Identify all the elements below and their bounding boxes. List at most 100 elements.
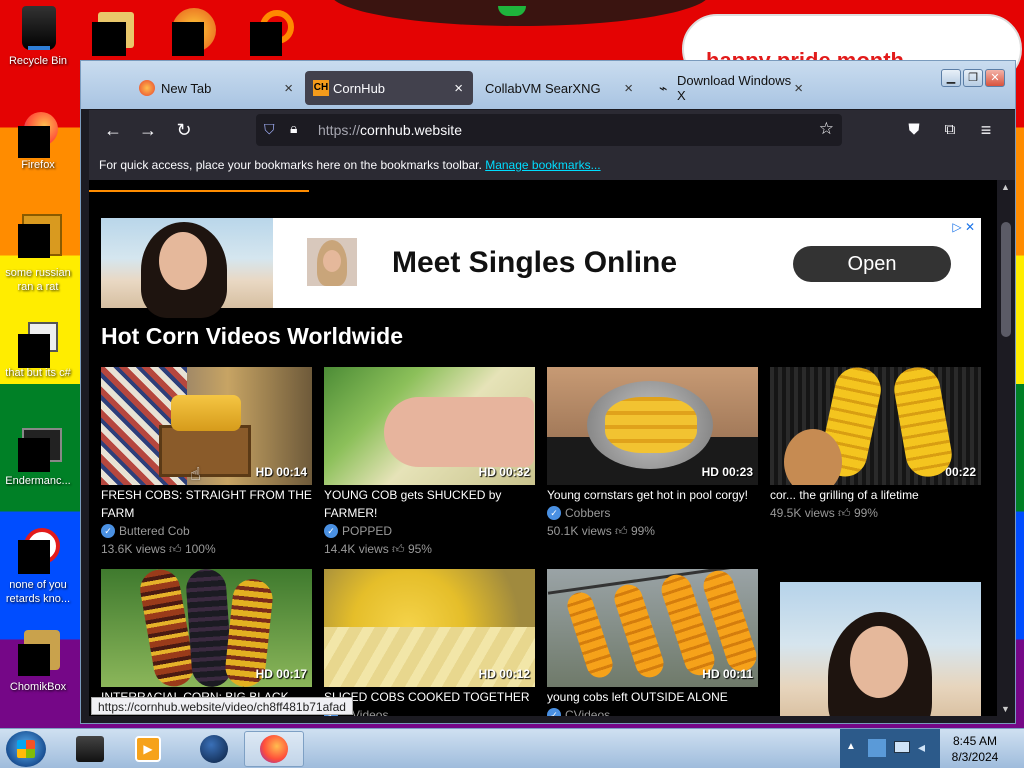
taskbar-firefox[interactable] (244, 731, 304, 767)
taskbar-media-player[interactable]: ▶ (118, 731, 178, 767)
close-icon[interactable]: × (624, 80, 633, 97)
desktop-icon-chomikbox[interactable]: ChomikBox (0, 630, 76, 694)
download-favicon: ⌁ (659, 80, 668, 96)
tray-expand-icon[interactable]: ▲ (846, 741, 856, 752)
video-card[interactable]: HD 00:23 Young cornstars get hot in pool… (547, 367, 759, 540)
tray-app-icon[interactable] (868, 739, 886, 757)
firefox-window: New Tab × CH CornHub × CollabVM SearXNG … (80, 60, 1016, 724)
bookmarks-toolbar: For quick access, place your bookmarks h… (89, 150, 1015, 180)
ad-thumbnail (307, 238, 357, 286)
video-channel[interactable]: ✓ POPPED (324, 522, 536, 540)
video-channel[interactable]: ✓ CVideos (547, 706, 759, 716)
terminal-icon (76, 736, 104, 762)
video-stats: 50.1K views 👍︎ 99% (547, 524, 655, 538)
video-thumbnail[interactable]: HD 00:17 (101, 569, 312, 687)
desktop-app-icon[interactable] (170, 6, 218, 56)
video-card[interactable]: HD 00:17 INTERRACIAL CORN: BIG BLACK (101, 569, 313, 706)
desktop-icon-recycle-bin[interactable]: Recycle Bin (0, 6, 76, 68)
adchoices-icon[interactable]: ▷ ✕ (952, 220, 975, 234)
banner-ad[interactable]: Meet Singles Online Open ▷ ✕ (101, 218, 981, 318)
clock-date: 8/3/2024 (951, 750, 999, 764)
video-title[interactable]: cor... the grilling of a lifetime (770, 486, 982, 504)
document-icon (18, 322, 58, 368)
url-bar[interactable]: ⛉ 🔒︎ https://cornhub.website ☆ (256, 114, 842, 146)
video-stats: 49.5K views 👍︎ 99% (770, 506, 878, 520)
volume-icon[interactable]: ◂ (918, 739, 925, 756)
video-title[interactable]: SLICED COBS COOKED TOGETHER (324, 688, 536, 706)
side-ad-photo[interactable] (780, 582, 981, 716)
desktop-icon-russian-rat[interactable]: some russian ran a rat (0, 214, 76, 294)
video-card[interactable]: HD 00:14 FRESH COBS: STRAIGHT FROM THE F… (101, 367, 313, 558)
video-thumbnail[interactable]: 00:22 (770, 367, 981, 485)
video-title[interactable]: young cobs left OUTSIDE ALONE (547, 688, 759, 706)
video-duration: HD 00:17 (255, 667, 307, 681)
close-icon[interactable]: × (454, 80, 463, 97)
media-player-icon: ▶ (135, 736, 161, 762)
status-link-preview: https://cornhub.website/video/ch8ff481b7… (91, 697, 353, 715)
verified-icon: ✓ (547, 506, 561, 520)
tab-strip: New Tab × CH CornHub × CollabVM SearXNG … (81, 61, 1015, 109)
desktop-icon-endermanch[interactable]: Endermanc... (0, 426, 76, 488)
video-thumbnail[interactable]: HD 00:14 (101, 367, 312, 485)
pocket-icon[interactable]: ⛊ (902, 118, 926, 142)
video-title[interactable]: Young cornstars get hot in pool corgy! (547, 486, 759, 504)
video-card[interactable]: HD 00:11 young cobs left OUTSIDE ALONE ✓… (547, 569, 759, 716)
menu-icon[interactable]: ≡ (974, 118, 998, 142)
tab-cornhub[interactable]: CH CornHub × (305, 71, 473, 105)
desktop-folder-icon[interactable] (90, 6, 138, 56)
shield-icon[interactable]: ⛉ (264, 121, 275, 138)
back-button[interactable]: ← (101, 118, 125, 142)
start-button[interactable] (6, 731, 46, 767)
scroll-down-icon[interactable]: ▼ (1001, 704, 1010, 714)
verified-icon: ✓ (101, 524, 115, 538)
chomikbox-icon (18, 630, 60, 676)
taskbar: ▶ ▲ ◂ 8:45 AM 8/3/2024 (0, 728, 1024, 768)
app-icon-round (18, 528, 60, 574)
desktop-icon-firefox[interactable]: Firefox (0, 112, 76, 172)
bookmark-star-icon[interactable]: ☆ (819, 119, 834, 139)
minimize-button[interactable]: ▁ (941, 69, 961, 87)
video-channel[interactable]: ✓ Buttered Cob (101, 522, 313, 540)
video-card[interactable]: HD 00:32 YOUNG COB gets SHUCKED by FARME… (324, 367, 536, 558)
close-icon[interactable]: × (794, 80, 803, 97)
taskbar-app-1[interactable] (60, 731, 120, 767)
extensions-icon[interactable]: ⧉ (938, 118, 962, 142)
page-content: Meet Singles Online Open ▷ ✕ Hot Corn Vi… (89, 180, 997, 716)
vertical-scrollbar[interactable]: ▲ ▼ (997, 180, 1015, 716)
reload-button[interactable]: ↻ (172, 118, 196, 142)
thumbs-up-icon: 👍︎ (169, 542, 182, 556)
scroll-up-icon[interactable]: ▲ (1001, 182, 1010, 192)
clock[interactable]: 8:45 AM 8/3/2024 (940, 733, 1010, 765)
verified-icon: ✓ (547, 708, 561, 716)
video-thumbnail[interactable]: HD 00:11 (547, 569, 758, 687)
video-card[interactable]: HD 00:12 SLICED COBS COOKED TOGETHER ✓..… (324, 569, 536, 716)
network-icon[interactable] (894, 741, 910, 753)
manage-bookmarks-link[interactable]: Manage bookmarks... (485, 158, 600, 172)
desktop-app-icon-2[interactable] (248, 6, 296, 56)
scrollbar-thumb[interactable] (1001, 222, 1011, 337)
desktop-icon-csharp[interactable]: that but its c# (0, 322, 76, 380)
ad-open-button[interactable]: Open (793, 246, 951, 282)
tab-new-tab[interactable]: New Tab × (81, 69, 303, 107)
tab-download-windows[interactable]: ⌁ Download Windows X × (647, 69, 813, 107)
close-window-button[interactable]: ✕ (985, 69, 1005, 87)
video-title[interactable]: FRESH COBS: STRAIGHT FROM THE FARM (101, 486, 313, 522)
video-card[interactable]: 00:22 cor... the grilling of a lifetime … (770, 367, 982, 522)
video-channel[interactable]: ✓ Cobbers (547, 504, 759, 522)
lock-icon[interactable]: 🔒︎ (290, 120, 297, 137)
system-tray: ▲ ◂ (840, 729, 940, 768)
video-title[interactable]: YOUNG COB gets SHUCKED by FARMER! (324, 486, 536, 522)
taskbar-app-3[interactable] (184, 731, 244, 767)
navigation-toolbar: ← → ↻ ⛉ 🔒︎ https://cornhub.website ☆ ⛊ ⧉… (89, 110, 1015, 150)
maximize-button[interactable]: ❐ (963, 69, 983, 87)
url-text[interactable]: https://cornhub.website (318, 122, 462, 138)
video-thumbnail[interactable]: HD 00:12 (324, 569, 535, 687)
video-channel[interactable]: ✓...Videos (324, 706, 536, 716)
video-duration: 00:22 (945, 465, 976, 479)
close-icon[interactable]: × (284, 80, 293, 97)
tab-searxng[interactable]: CollabVM SearXNG × (475, 69, 643, 107)
video-thumbnail[interactable]: HD 00:32 (324, 367, 535, 485)
video-thumbnail[interactable]: HD 00:23 (547, 367, 758, 485)
desktop-icon-none-of-you[interactable]: none of you retards kno... (0, 528, 76, 606)
forward-button[interactable]: → (136, 118, 160, 142)
